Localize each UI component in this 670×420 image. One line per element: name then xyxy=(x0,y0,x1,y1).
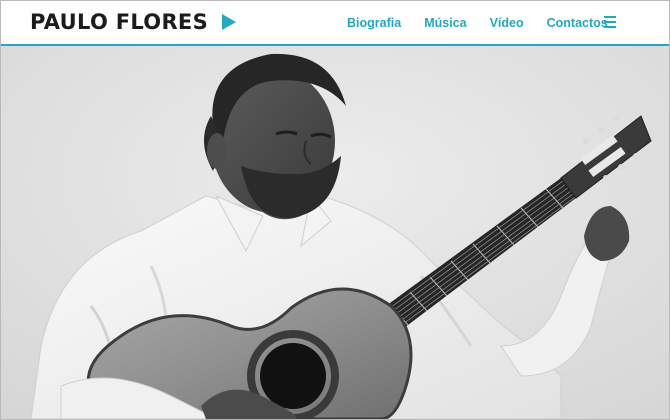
page-frame: PAULO FLORES Biografia Música Vídeo Cont… xyxy=(0,0,670,420)
guitarist-photo xyxy=(1,46,669,419)
main-nav: Biografia Música Vídeo Contactos xyxy=(347,1,631,44)
hero-photo xyxy=(1,46,669,419)
menu-bar-top xyxy=(604,16,616,18)
menu-bar-bottom xyxy=(604,26,616,28)
nav-item-biografia[interactable]: Biografia xyxy=(347,16,401,30)
nav-item-contactos[interactable]: Contactos xyxy=(547,16,608,30)
nav-item-video[interactable]: Vídeo xyxy=(490,16,524,30)
brand-logo[interactable]: PAULO FLORES xyxy=(30,8,236,36)
hamburger-menu-icon[interactable] xyxy=(604,16,616,28)
site-header: PAULO FLORES Biografia Música Vídeo Cont… xyxy=(1,1,669,46)
play-triangle-icon xyxy=(222,14,236,30)
menu-bar-middle xyxy=(604,21,616,23)
brand-name: PAULO FLORES xyxy=(30,10,208,34)
nav-item-musica[interactable]: Música xyxy=(424,16,466,30)
